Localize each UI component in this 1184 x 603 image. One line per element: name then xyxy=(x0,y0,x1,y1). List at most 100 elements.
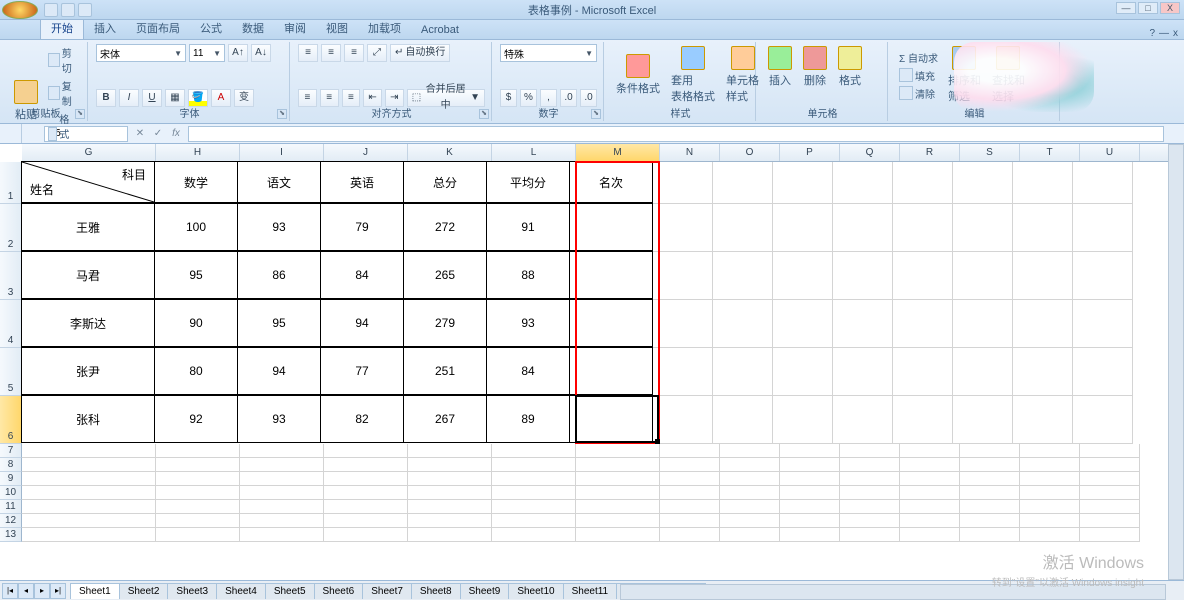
format-table-button[interactable]: 套用 表格格式 xyxy=(667,44,719,106)
cell-styles-button[interactable]: 单元格 样式 xyxy=(722,44,763,106)
row-header-7[interactable]: 7 xyxy=(0,444,22,458)
cell-U2[interactable] xyxy=(1073,204,1133,252)
cell-J3[interactable]: 84 xyxy=(320,251,404,299)
font-dialog-launcher[interactable]: ⬊ xyxy=(277,109,287,119)
cell-G13[interactable] xyxy=(22,528,156,542)
cell-K6[interactable]: 267 xyxy=(403,395,487,443)
cell-I9[interactable] xyxy=(240,472,324,486)
cell-L6[interactable]: 89 xyxy=(486,395,570,443)
cell-R4[interactable] xyxy=(893,300,953,348)
cell-G12[interactable] xyxy=(22,514,156,528)
cell-J12[interactable] xyxy=(324,514,408,528)
cell-R7[interactable] xyxy=(900,444,960,458)
cell-U7[interactable] xyxy=(1080,444,1140,458)
cell-P9[interactable] xyxy=(780,472,840,486)
tab-Acrobat[interactable]: Acrobat xyxy=(411,21,469,39)
cell-M5[interactable] xyxy=(569,347,653,395)
cell-S13[interactable] xyxy=(960,528,1020,542)
cell-O3[interactable] xyxy=(713,252,773,300)
sheet-tab-Sheet3[interactable]: Sheet3 xyxy=(167,583,217,599)
cell-J6[interactable]: 82 xyxy=(320,395,404,443)
row-header-10[interactable]: 10 xyxy=(0,486,22,500)
cell-I13[interactable] xyxy=(240,528,324,542)
cut-button[interactable]: 剪切 xyxy=(45,44,81,76)
col-header-J[interactable]: J xyxy=(324,144,408,161)
cell-O6[interactable] xyxy=(713,396,773,444)
cell-K5[interactable]: 251 xyxy=(403,347,487,395)
cell-S7[interactable] xyxy=(960,444,1020,458)
cell-H12[interactable] xyxy=(156,514,240,528)
cell-K8[interactable] xyxy=(408,458,492,472)
cell-N7[interactable] xyxy=(660,444,720,458)
cell-J8[interactable] xyxy=(324,458,408,472)
cell-L12[interactable] xyxy=(492,514,576,528)
cell-L8[interactable] xyxy=(492,458,576,472)
cell-P2[interactable] xyxy=(773,204,833,252)
cell-S10[interactable] xyxy=(960,486,1020,500)
cell-J4[interactable]: 94 xyxy=(320,299,404,347)
col-header-O[interactable]: O xyxy=(720,144,780,161)
cell-L7[interactable] xyxy=(492,444,576,458)
cell-J11[interactable] xyxy=(324,500,408,514)
cell-S9[interactable] xyxy=(960,472,1020,486)
cell-L2[interactable]: 91 xyxy=(486,203,570,251)
cell-H6[interactable]: 92 xyxy=(154,395,238,443)
cell-R9[interactable] xyxy=(900,472,960,486)
cell-M13[interactable] xyxy=(576,528,660,542)
conditional-format-button[interactable]: 条件格式 xyxy=(612,52,664,98)
cell-U11[interactable] xyxy=(1080,500,1140,514)
cell-G6[interactable]: 张科 xyxy=(21,395,155,443)
cell-U5[interactable] xyxy=(1073,348,1133,396)
cell-U10[interactable] xyxy=(1080,486,1140,500)
cell-U3[interactable] xyxy=(1073,252,1133,300)
col-header-T[interactable]: T xyxy=(1020,144,1080,161)
col-header-I[interactable]: I xyxy=(240,144,324,161)
cell-I7[interactable] xyxy=(240,444,324,458)
col-header-U[interactable]: U xyxy=(1080,144,1140,161)
col-header-R[interactable]: R xyxy=(900,144,960,161)
cell-Q7[interactable] xyxy=(840,444,900,458)
cell-M3[interactable] xyxy=(569,251,653,299)
cell-Q11[interactable] xyxy=(840,500,900,514)
cell-K2[interactable]: 272 xyxy=(403,203,487,251)
cell-M4[interactable] xyxy=(569,299,653,347)
sheet-tab-Sheet6[interactable]: Sheet6 xyxy=(314,583,364,599)
cell-H10[interactable] xyxy=(156,486,240,500)
cell-K3[interactable]: 265 xyxy=(403,251,487,299)
align-bottom-button[interactable]: ≡ xyxy=(344,44,364,62)
cell-R6[interactable] xyxy=(893,396,953,444)
sub-close-icon[interactable]: x xyxy=(1173,28,1178,39)
cell-S3[interactable] xyxy=(953,252,1013,300)
cell-O11[interactable] xyxy=(720,500,780,514)
cell-N4[interactable] xyxy=(653,300,713,348)
cell-K9[interactable] xyxy=(408,472,492,486)
cell-T3[interactable] xyxy=(1013,252,1073,300)
cell-P3[interactable] xyxy=(773,252,833,300)
cell-R1[interactable] xyxy=(893,162,953,204)
row-header-12[interactable]: 12 xyxy=(0,514,22,528)
cell-N10[interactable] xyxy=(660,486,720,500)
sheet-tab-Sheet11[interactable]: Sheet11 xyxy=(563,583,618,599)
fx-icon[interactable]: fx xyxy=(168,126,184,142)
maximize-button[interactable]: □ xyxy=(1138,2,1158,14)
autosum-button[interactable]: Σ 自动求 xyxy=(896,49,941,66)
cell-U6[interactable] xyxy=(1073,396,1133,444)
cell-M11[interactable] xyxy=(576,500,660,514)
cell-K4[interactable]: 279 xyxy=(403,299,487,347)
cell-Q10[interactable] xyxy=(840,486,900,500)
qat-undo-icon[interactable] xyxy=(61,3,75,17)
cell-S8[interactable] xyxy=(960,458,1020,472)
cell-K10[interactable] xyxy=(408,486,492,500)
align-middle-button[interactable]: ≡ xyxy=(321,44,341,62)
row-header-11[interactable]: 11 xyxy=(0,500,22,514)
delete-cells-button[interactable]: 删除 xyxy=(799,44,831,90)
sheet-tab-Sheet7[interactable]: Sheet7 xyxy=(362,583,412,599)
insert-cells-button[interactable]: 插入 xyxy=(764,44,796,90)
cell-J7[interactable] xyxy=(324,444,408,458)
cell-Q3[interactable] xyxy=(833,252,893,300)
cell-P8[interactable] xyxy=(780,458,840,472)
fill-button[interactable]: 填充 xyxy=(896,67,941,84)
align-top-button[interactable]: ≡ xyxy=(298,44,318,62)
cell-P4[interactable] xyxy=(773,300,833,348)
cell-H2[interactable]: 100 xyxy=(154,203,238,251)
